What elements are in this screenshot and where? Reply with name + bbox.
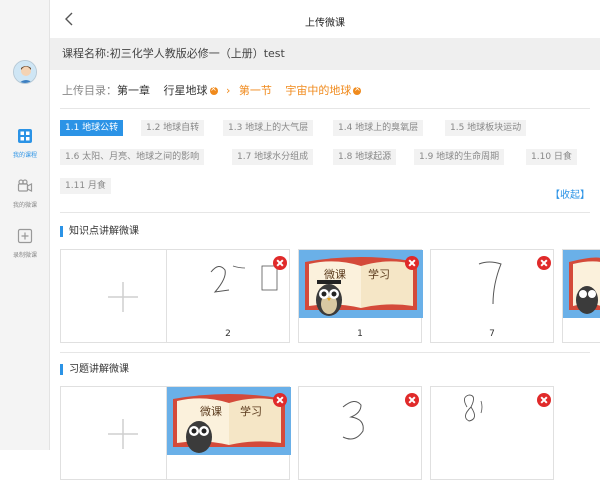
topic-chip[interactable]: 1.10 日食 bbox=[526, 149, 577, 165]
delete-icon[interactable] bbox=[537, 256, 551, 270]
delete-icon[interactable] bbox=[273, 393, 287, 407]
handwriting-thumbnail bbox=[342, 401, 364, 440]
thumb-text-1: 微课 bbox=[200, 404, 222, 418]
video-card[interactable]: 2 bbox=[166, 249, 290, 343]
video-card[interactable] bbox=[430, 386, 554, 480]
topic-chip[interactable]: 1.3 地球上的大气层 bbox=[223, 120, 314, 136]
video-card-partial[interactable] bbox=[562, 249, 600, 343]
breadcrumb-section[interactable]: 第一节 bbox=[239, 84, 272, 97]
chevron-right-icon: › bbox=[226, 84, 231, 97]
video-card-title: 2 bbox=[225, 329, 231, 339]
video-camera-icon bbox=[17, 179, 33, 192]
remove-chapter-icon[interactable] bbox=[209, 84, 218, 95]
video-card-title: 7 bbox=[489, 329, 495, 339]
plus-square-icon bbox=[17, 228, 33, 244]
thumb-text-1: 微课 bbox=[324, 267, 346, 281]
delete-icon[interactable] bbox=[405, 256, 419, 270]
collapse-button[interactable]: 【收起】 bbox=[550, 186, 590, 201]
section-title-exercise: 习题讲解微课 bbox=[60, 364, 129, 375]
topic-chip[interactable]: 1.9 地球的生命周期 bbox=[414, 149, 505, 165]
remove-section-icon[interactable] bbox=[353, 84, 362, 95]
top-bar: 上传微课 bbox=[50, 0, 600, 38]
thumb-text-2: 学习 bbox=[240, 404, 262, 418]
divider bbox=[60, 352, 590, 353]
sidebar-item-label: 录制微课 bbox=[12, 252, 37, 259]
topic-chip[interactable]: 1.6 太阳、月亮、地球之间的影响 bbox=[60, 149, 205, 165]
topic-chip[interactable]: 1.1 地球公转 bbox=[60, 120, 124, 136]
topic-chip[interactable]: 1.4 地球上的臭氧层 bbox=[333, 120, 424, 136]
avatar[interactable] bbox=[13, 60, 37, 84]
video-card-title: 1 bbox=[357, 329, 363, 339]
topic-chip[interactable]: 1.2 地球自转 bbox=[141, 120, 205, 136]
topic-chip[interactable]: 1.11 月食 bbox=[60, 178, 111, 194]
sidebar-item-label: 我的课程 bbox=[12, 152, 37, 159]
breadcrumb-section-name[interactable]: 宇宙中的地球 bbox=[285, 84, 351, 97]
thumb-text-2: 学习 bbox=[368, 267, 390, 281]
divider bbox=[60, 212, 590, 213]
divider bbox=[60, 108, 590, 109]
breadcrumb-chapter-name[interactable]: 行星地球 bbox=[164, 84, 208, 97]
topic-chip[interactable]: 1.5 地球板块运动 bbox=[445, 120, 527, 136]
breadcrumb-label: 上传目录： bbox=[62, 84, 117, 97]
sidebar-item-record-microlesson[interactable]: 录制微课 bbox=[0, 228, 50, 259]
topic-chip[interactable]: 1.7 地球水分组成 bbox=[232, 149, 314, 165]
grid-icon bbox=[18, 129, 32, 143]
video-card[interactable]: 微课 学习 bbox=[166, 386, 291, 480]
page-title: 上传微课 bbox=[305, 18, 345, 29]
handwriting-thumbnail bbox=[464, 394, 483, 422]
video-card[interactable]: 7 bbox=[430, 249, 554, 343]
breadcrumb: 上传目录：第一章 行星地球 › 第一节 宇宙中的地球 bbox=[62, 82, 362, 98]
owl-book-thumbnail bbox=[563, 250, 600, 318]
section-title-knowledge: 知识点讲解微课 bbox=[60, 226, 139, 237]
sidebar-item-my-microlessons[interactable]: 我的微课 bbox=[0, 178, 50, 209]
sidebar: 我的课程 我的微课 录制微课 bbox=[0, 0, 50, 450]
sidebar-item-my-courses[interactable]: 我的课程 bbox=[0, 128, 50, 159]
delete-icon[interactable] bbox=[273, 256, 287, 270]
video-card[interactable] bbox=[298, 386, 422, 480]
delete-icon[interactable] bbox=[537, 393, 551, 407]
topic-chip[interactable]: 1.8 地球起源 bbox=[333, 149, 397, 165]
video-card[interactable]: 微课 学习 1 bbox=[298, 249, 423, 343]
course-name: 课程名称:初三化学人教版必修一（上册）test bbox=[50, 38, 600, 70]
breadcrumb-chapter[interactable]: 第一章 bbox=[117, 84, 150, 97]
delete-icon[interactable] bbox=[405, 393, 419, 407]
sidebar-item-label: 我的微课 bbox=[12, 202, 37, 209]
